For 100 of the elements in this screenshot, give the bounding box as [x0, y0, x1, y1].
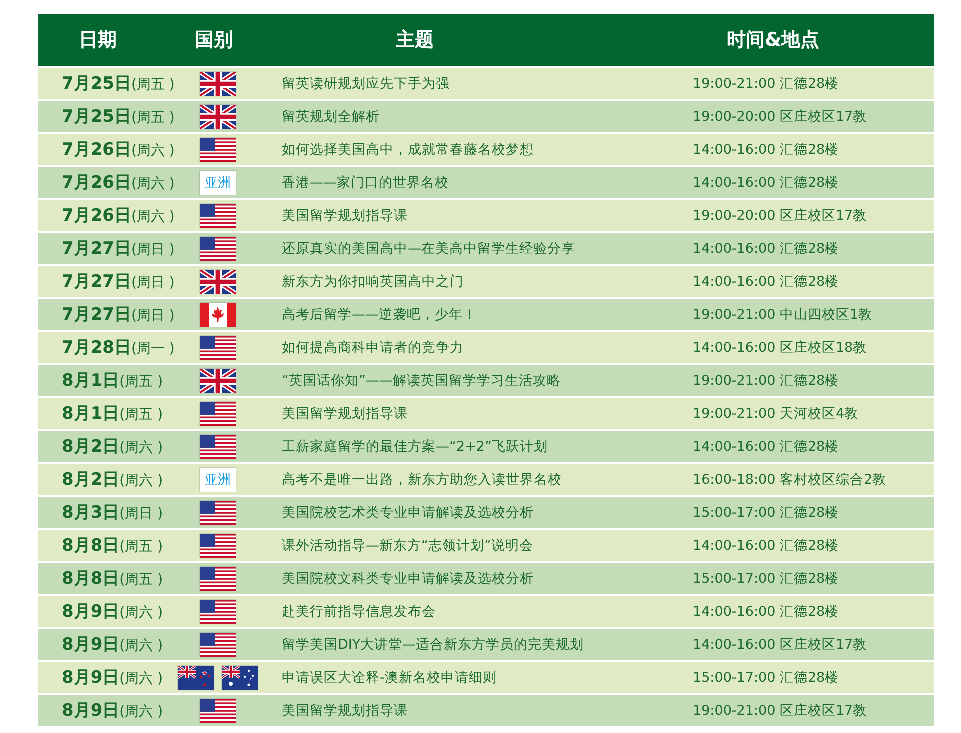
union-jack-flag-icon	[200, 368, 236, 392]
event-topic: 赴美行前指导信息发布会	[281, 602, 437, 620]
stars-and-stripes-flag-icon	[200, 534, 236, 558]
event-date: 7月27日	[62, 272, 132, 292]
event-date: 7月26日	[62, 140, 132, 160]
weekday: (周六 )	[132, 143, 175, 159]
weekday: (周五 )	[120, 572, 164, 588]
event-topic: 工薪家庭留学的最佳方案—“2+2”飞跃计划	[281, 438, 549, 456]
weekday: (周五 )	[132, 77, 175, 93]
southern-cross-flag-icon	[178, 666, 214, 690]
event-topic: 美国留学规划指导课	[281, 404, 409, 422]
maple-leaf-flag-icon	[200, 302, 236, 326]
event-topic: 高考后留学——逆袭吧，少年！	[281, 306, 478, 324]
event-date: 7月26日	[62, 173, 132, 193]
union-jack-flag-icon	[200, 72, 236, 96]
event-date: 8月1日	[62, 404, 120, 424]
weekday: (周六 )	[120, 605, 164, 621]
country-header: 国别	[194, 28, 233, 53]
event-date: 8月2日	[62, 437, 120, 457]
weekday: (周一 )	[132, 341, 175, 357]
union-jack-flag-icon	[200, 270, 236, 294]
time-place: 19:00-21:00 汇德28楼	[693, 74, 840, 92]
stars-and-stripes-flag-icon	[200, 434, 236, 458]
event-date: 8月8日	[62, 536, 120, 556]
weekday: (周五 )	[120, 374, 164, 390]
event-topic: 新东方为你扣响英国高中之门	[281, 272, 465, 290]
event-topic: “英国话你知”——解读英国留学学习生活攻略	[281, 372, 562, 390]
time-place: 19:00-21:00 汇德28楼	[693, 372, 840, 390]
event-date: 7月25日	[62, 107, 132, 127]
event-date: 8月9日	[62, 602, 120, 622]
event-date: 8月9日	[62, 635, 120, 655]
time-place: 19:00-20:00 区庄校区17教	[693, 108, 868, 126]
stars-and-stripes-flag-icon	[200, 566, 236, 590]
weekday: (周五 )	[120, 539, 164, 555]
event-topic: 申请误区大诠释-澳新名校申请细则	[281, 668, 498, 686]
event-topic: 如何提高商科申请者的竞争力	[281, 338, 465, 356]
stars-and-stripes-flag-icon	[200, 204, 236, 228]
weekday: (周五 )	[132, 110, 175, 126]
stars-and-stripes-flag-icon	[200, 138, 236, 162]
time-place: 14:00-16:00 区庄校区17教	[693, 636, 868, 654]
weekday: (周六 )	[120, 473, 164, 489]
weekday: (周日 )	[132, 242, 175, 258]
time-place: 16:00-18:00 客村校区综合2教	[693, 470, 888, 488]
topic-header: 主题	[395, 28, 434, 53]
weekday: (周日 )	[120, 506, 164, 522]
time-place: 14:00-16:00 汇德28楼	[693, 536, 840, 554]
time-place: 14:00-16:00 汇德28楼	[693, 272, 840, 290]
event-date: 8月3日	[62, 503, 120, 523]
event-topic: 如何选择美国高中，成就常春藤名校梦想	[281, 140, 535, 158]
event-date: 8月8日	[62, 569, 120, 589]
event-topic: 课外活动指导—新东方“志领计划”说明会	[281, 536, 534, 554]
time-place: 15:00-17:00 汇德28楼	[693, 570, 840, 588]
event-topic: 还原真实的美国高中—在美高中留学生经验分享	[281, 240, 576, 258]
region-badge: 亚洲	[200, 468, 236, 492]
weekday: (周六 )	[132, 176, 175, 192]
event-date: 8月2日	[62, 470, 120, 490]
event-date: 8月1日	[62, 371, 120, 391]
stars-and-stripes-flag-icon	[200, 698, 236, 722]
stars-and-stripes-flag-icon	[200, 632, 236, 656]
event-date: 7月25日	[62, 74, 132, 94]
weekday: (周六 )	[120, 671, 164, 687]
time-place: 14:00-16:00 汇德28楼	[693, 140, 840, 158]
weekday: (周五 )	[120, 407, 164, 423]
time-place-header: 时间&地点	[726, 28, 820, 53]
event-date: 7月26日	[62, 206, 132, 226]
time-place: 14:00-16:00 汇德28楼	[693, 438, 840, 456]
southern-cross-flag-icon	[222, 666, 258, 690]
time-place: 14:00-16:00 汇德28楼	[693, 174, 840, 192]
stars-and-stripes-flag-icon	[200, 336, 236, 360]
weekday: (周日 )	[132, 275, 175, 291]
time-place: 15:00-17:00 汇德28楼	[693, 504, 840, 522]
stars-and-stripes-flag-icon	[200, 402, 236, 426]
time-place: 19:00-21:00 中山四校区1教	[693, 306, 874, 324]
time-place: 19:00-21:00 天河校区4教	[693, 404, 860, 422]
date-header: 日期	[78, 28, 117, 53]
weekday: (周六 )	[120, 440, 164, 456]
time-place: 15:00-17:00 汇德28楼	[693, 668, 840, 686]
weekday: (周六 )	[120, 704, 164, 720]
weekday: (周日 )	[132, 308, 175, 324]
event-topic: 美国留学规划指导课	[281, 702, 409, 720]
union-jack-flag-icon	[200, 104, 236, 128]
event-topic: 美国留学规划指导课	[281, 206, 409, 224]
event-date: 8月9日	[62, 668, 120, 688]
stars-and-stripes-flag-icon	[200, 500, 236, 524]
time-place: 14:00-16:00 汇德28楼	[693, 240, 840, 258]
event-topic: 留英规划全解析	[281, 108, 381, 126]
stars-and-stripes-flag-icon	[200, 236, 236, 260]
time-place: 14:00-16:00 区庄校区18教	[693, 338, 868, 356]
time-place: 14:00-16:00 汇德28楼	[693, 602, 840, 620]
time-place: 19:00-20:00 区庄校区17教	[693, 206, 868, 224]
event-topic: 香港——家门口的世界名校	[281, 174, 450, 192]
event-topic: 高考不是唯一出路，新东方助您入读世界名校	[281, 470, 563, 488]
time-place: 19:00-21:00 区庄校区17教	[693, 702, 868, 720]
stars-and-stripes-flag-icon	[200, 600, 236, 624]
event-date: 8月9日	[62, 701, 120, 721]
event-topic: 美国院校文科类专业申请解读及选校分析	[281, 570, 535, 588]
region-badge: 亚洲	[200, 170, 236, 194]
event-date: 7月27日	[62, 239, 132, 259]
weekday: (周六 )	[132, 209, 175, 225]
event-topic: 美国院校艺术类专业申请解读及选校分析	[281, 504, 535, 522]
